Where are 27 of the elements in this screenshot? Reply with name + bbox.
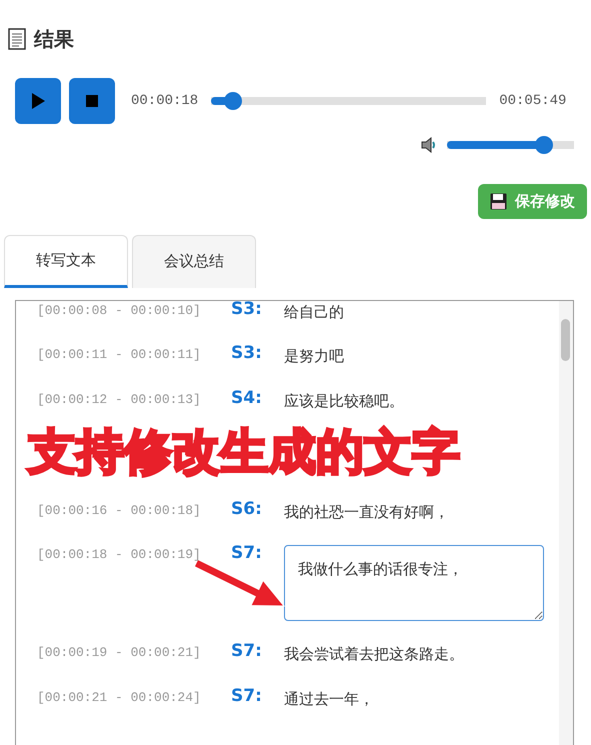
timestamp: [00:00:16 - 00:00:18] [37, 502, 202, 520]
transcript-text: 通过去一年， [284, 688, 374, 710]
caption-text: 支持修改生成的文字 [28, 426, 461, 479]
transcript-text: 给自己的 [284, 302, 344, 322]
tab[interactable]: 转写文本 [4, 234, 128, 288]
timestamp: [00:00:18 - 00:00:19] [37, 546, 202, 564]
title-heading: 结果 [34, 26, 74, 53]
speaker-label: S6: [231, 500, 263, 518]
timestamp: [00:00:12 - 00:00:13] [37, 390, 202, 408]
transcript-text: 是努力吧 [284, 346, 344, 367]
text-edit-field[interactable]: 我做什么事的话很专注， [284, 545, 544, 622]
speaker-label: S7: [231, 545, 263, 562]
transcript-text: 我会尝试着去把这条路走。 [284, 644, 464, 666]
speaker-label: S7: [231, 643, 263, 660]
tab[interactable]: 会议总结 [132, 234, 256, 288]
speaker-label: S3: [231, 300, 263, 318]
total-time: 00:05:49 [499, 92, 566, 110]
speaker-label: S3: [231, 345, 263, 362]
timestamp: [00:00:21 - 00:00:24] [37, 688, 202, 707]
speaker-label: S7: [231, 688, 263, 705]
timestamp: [00:00:19 - 00:00:21] [37, 644, 202, 662]
transcript-text: 应该是比较稳吧。 [284, 390, 404, 412]
transcript-text: 我的社恐一直没有好啊， [284, 502, 449, 523]
speaker-label: S4: [231, 390, 263, 406]
current-time: 00:00:18 [131, 92, 198, 110]
timestamp: [00:00:11 - 00:00:11] [37, 346, 202, 364]
timestamp: [00:00:08 - 00:00:10] [37, 302, 202, 320]
